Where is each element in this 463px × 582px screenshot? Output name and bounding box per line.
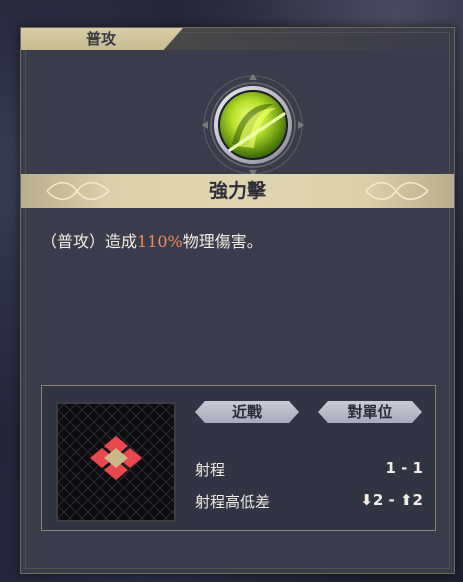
attack-type-tag: 近戰 [195, 401, 299, 423]
height-diff-value: ⬇2 - ⬆2 [360, 491, 423, 509]
damage-percent: 110% [137, 232, 183, 251]
height-diff-label: 射程高低差 [195, 493, 271, 511]
target-type-tag: 對單位 [318, 401, 422, 423]
description-prefix: （普攻）造成 [41, 232, 138, 251]
attack-info-box: 近戰 對單位 射程 1 - 1 射程高低差 ⬇2 - ⬆2 [41, 385, 436, 531]
skill-name: 強力擊 [208, 180, 266, 202]
skill-card: 普攻 強力擊 （普攻）造成110%物理傷害。 近戰 對單位 射程 1 - 1 射… [20, 27, 455, 574]
description-suffix: 物理傷害。 [182, 232, 263, 251]
range-value: 1 - 1 [385, 459, 423, 477]
range-label: 射程 [195, 461, 226, 479]
category-tab-label: 普攻 [85, 30, 116, 48]
skill-description: （普攻）造成110%物理傷害。 [41, 228, 441, 252]
range-grid [56, 402, 176, 522]
green-slash-skill-icon [202, 74, 304, 176]
